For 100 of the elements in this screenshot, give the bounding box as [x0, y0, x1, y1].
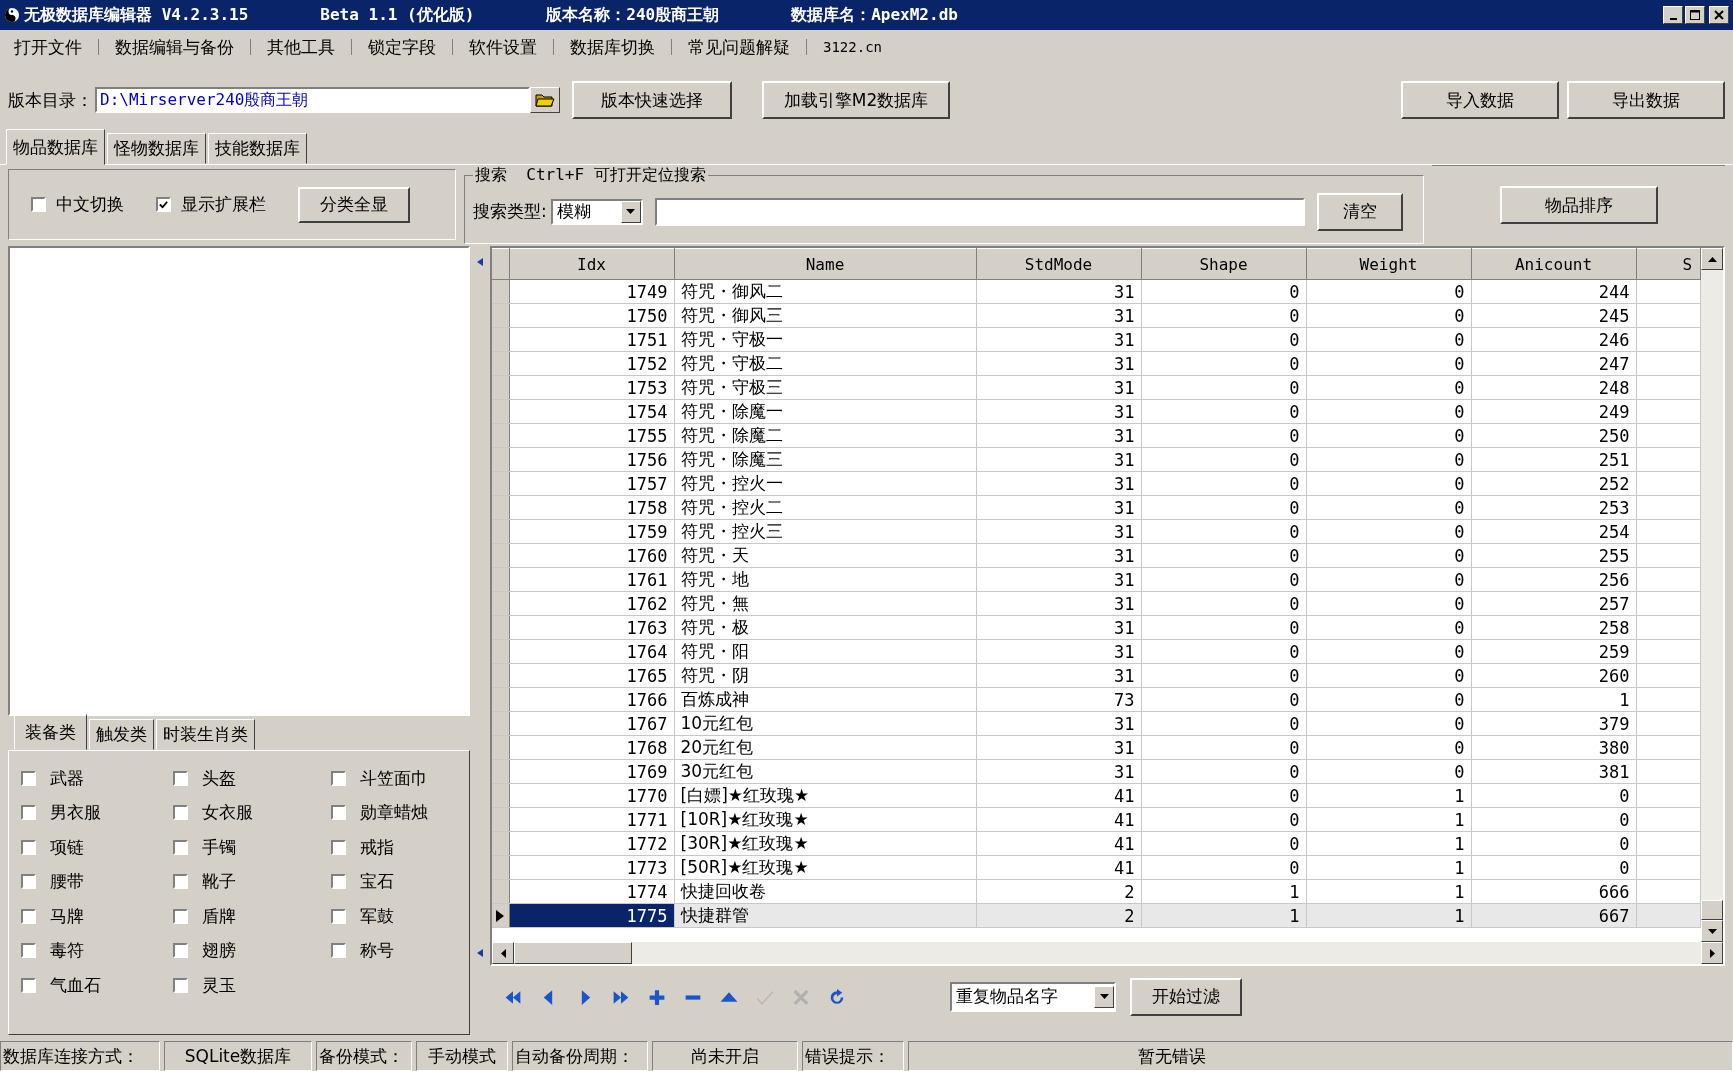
checkbox-label: 头盔 [202, 766, 236, 790]
checkbox[interactable] [31, 197, 46, 212]
scroll-right-button[interactable] [1701, 942, 1723, 964]
checkbox[interactable] [331, 874, 346, 890]
scroll-down-button[interactable] [1701, 920, 1723, 942]
table-cell: 0 [1306, 351, 1471, 376]
toolbar-button[interactable]: 导出数据 [1567, 81, 1725, 119]
toolbar-button[interactable]: 加载引擎M2数据库 [762, 81, 950, 119]
table-cell: 符咒・除魔二 [674, 423, 976, 448]
table-cell: 1755 [509, 423, 674, 448]
table-cell: 31 [976, 471, 1141, 496]
menu-item[interactable]: 其他工具 [263, 35, 339, 59]
checkbox-label: 气血石 [50, 973, 101, 997]
column-header[interactable]: Shape [1141, 248, 1306, 280]
toolbar-button[interactable]: 版本快速选择 [572, 81, 732, 119]
checkbox[interactable] [173, 908, 188, 924]
table-cell: 0 [1141, 423, 1306, 448]
checkbox[interactable] [331, 770, 346, 786]
checkbox[interactable] [156, 197, 171, 212]
checkbox[interactable] [331, 839, 346, 855]
table-cell: 符咒・守极一 [674, 327, 976, 352]
checkbox[interactable] [21, 839, 36, 855]
search-legend: 搜索 Ctrl+F 可打开定位搜索 [473, 165, 708, 186]
sort-button[interactable]: 物品排序 [1499, 186, 1658, 224]
clear-button[interactable]: 清空 [1316, 192, 1403, 231]
checkbox[interactable] [21, 874, 36, 890]
search-type-dropdown[interactable]: 模糊 [550, 198, 643, 225]
directory-field[interactable]: D:\Mirserver240殷商王朝 [95, 87, 530, 113]
start-filter-button[interactable]: 开始过滤 [1130, 977, 1242, 1016]
window-title: Beta 1.1 (优化版) [320, 4, 475, 26]
table-cell: 1764 [509, 639, 674, 664]
checkbox-label: 宝石 [360, 870, 394, 894]
table-cell: 符咒・無 [674, 591, 976, 616]
checkbox[interactable] [21, 805, 36, 821]
checkbox[interactable] [21, 770, 36, 786]
column-header[interactable]: Idx [509, 248, 674, 280]
column-header[interactable]: Weight [1306, 248, 1471, 280]
table-cell: 0 [1306, 663, 1471, 688]
scroll-left-button[interactable] [492, 942, 514, 964]
checkbox[interactable] [173, 805, 188, 821]
checkbox[interactable] [331, 943, 346, 959]
toolbar-button[interactable]: 导入数据 [1401, 81, 1559, 119]
checkbox[interactable] [331, 908, 346, 924]
table-cell: 1768 [509, 735, 674, 760]
checkbox[interactable] [173, 977, 188, 993]
browse-button[interactable] [530, 87, 560, 113]
menu-item[interactable]: 数据编辑与备份 [111, 35, 238, 59]
vertical-scrollbar[interactable] [1701, 248, 1723, 942]
minimize-button[interactable] [1663, 6, 1683, 24]
checkbox[interactable] [173, 943, 188, 959]
tab[interactable]: 物品数据库 [6, 129, 105, 165]
menu-item[interactable]: 打开文件 [10, 35, 86, 59]
maximize-button[interactable] [1685, 6, 1705, 24]
column-header[interactable]: StdMode [976, 248, 1141, 280]
scrollbar-thumb[interactable] [1701, 900, 1723, 920]
table-cell: 41 [976, 831, 1141, 856]
table-cell: 246 [1471, 327, 1636, 352]
table-cell: 符咒・阳 [674, 639, 976, 664]
table-cell: 251 [1471, 447, 1636, 472]
menu-item[interactable]: 软件设置 [465, 35, 541, 59]
checkbox[interactable] [173, 770, 188, 786]
table-cell: 1763 [509, 615, 674, 640]
table-cell: 符咒・守极二 [674, 351, 976, 376]
column-header[interactable]: Anicount [1471, 248, 1636, 280]
scroll-up-button[interactable] [1701, 248, 1723, 270]
table-cell: 31 [976, 711, 1141, 736]
close-button[interactable] [1709, 6, 1729, 24]
tab[interactable]: 怪物数据库 [107, 133, 206, 164]
checkbox-label: 腰带 [50, 870, 84, 894]
checkbox-label: 灵玉 [202, 973, 236, 997]
menu-item[interactable]: 常见问题解疑 [684, 35, 794, 59]
tab[interactable]: 触发类 [89, 719, 154, 750]
tab[interactable]: 技能数据库 [208, 133, 307, 164]
search-field[interactable] [654, 197, 1305, 226]
menu-item[interactable]: 锁定字段 [364, 35, 440, 59]
table-cell: 符咒・天 [674, 543, 976, 568]
table-cell: 0 [1306, 615, 1471, 640]
column-header[interactable]: S [1636, 248, 1701, 280]
show-all-button[interactable]: 分类全显 [298, 186, 410, 223]
column-header[interactable]: Name [674, 248, 976, 280]
table-cell: 0 [1141, 471, 1306, 496]
filter-dropdown[interactable]: 重复物品名字 [950, 981, 1116, 1012]
tab[interactable]: 时装生肖类 [156, 719, 255, 750]
menu-item[interactable]: 3122.cn [819, 39, 886, 55]
menu-item[interactable]: 数据库切换 [566, 35, 659, 59]
checkbox[interactable] [173, 839, 188, 855]
status-text: 自动备份周期： [512, 1041, 648, 1071]
table-cell: 244 [1471, 279, 1636, 304]
scrollbar-thumb[interactable] [514, 942, 632, 964]
horizontal-scrollbar[interactable] [492, 942, 1723, 964]
checkbox[interactable] [21, 943, 36, 959]
checkbox[interactable] [21, 908, 36, 924]
table-cell: 245 [1471, 303, 1636, 328]
checkbox[interactable] [173, 874, 188, 890]
checkbox-label: 女衣服 [202, 801, 253, 825]
tab[interactable]: 装备类 [14, 714, 87, 750]
table-cell: 260 [1471, 663, 1636, 688]
checkbox[interactable] [331, 805, 346, 821]
checkbox-label: 军鼓 [360, 904, 394, 928]
checkbox[interactable] [21, 977, 36, 993]
